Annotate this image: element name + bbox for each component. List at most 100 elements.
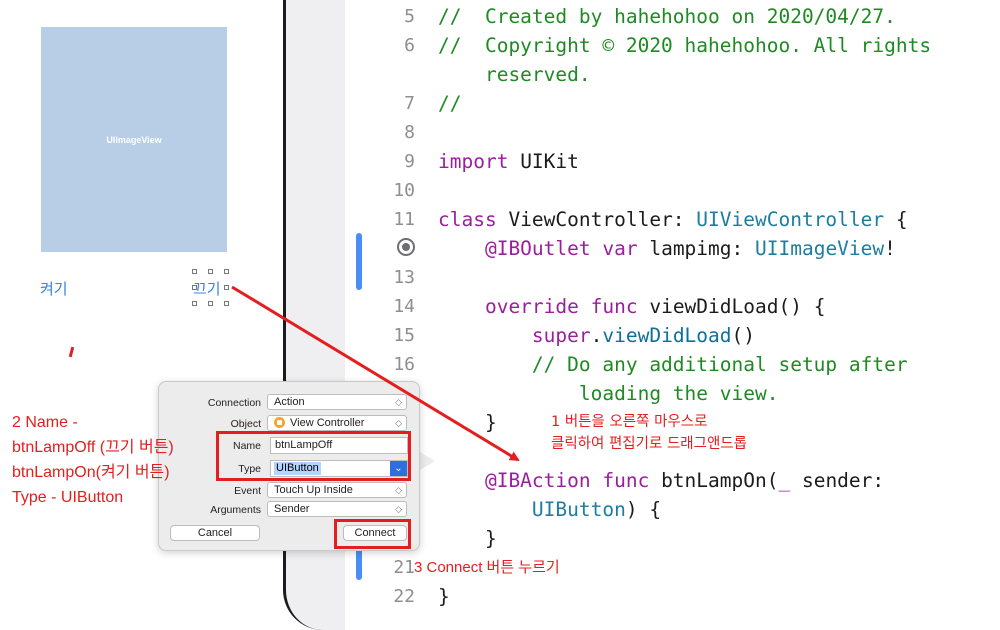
code-line[interactable]: //: [438, 89, 461, 118]
code-token: !: [884, 237, 896, 260]
line-number: 7: [404, 93, 415, 114]
line-number: 5: [404, 6, 415, 27]
drag-instruction-note: 1 버튼을 오른쪽 마우스로 클릭하여 편집기로 드래그앤드롭: [551, 411, 747, 455]
note-line: btnLampOn(켜기 버튼): [12, 464, 170, 481]
code-line[interactable]: }: [438, 408, 497, 437]
outlet-connection-icon[interactable]: [397, 238, 415, 256]
drag-source-highlight: [190, 277, 232, 299]
cancel-button[interactable]: Cancel: [170, 525, 260, 541]
code-token: @IBAction func: [438, 469, 650, 492]
code-token: {: [884, 208, 908, 231]
code-token: ) {: [625, 498, 662, 521]
code-token: .: [590, 324, 603, 347]
code-editor[interactable]: 5 // Created by hahehohoo on 2020/04/27. 6…: [345, 0, 1000, 618]
note-line: btnLampOff (끄기 버튼): [12, 439, 174, 456]
code-token: UIViewController: [696, 208, 885, 231]
connection-label: Connection: [207, 397, 261, 409]
code-token: (): [731, 324, 755, 347]
connection-select[interactable]: Action ◇: [267, 394, 407, 410]
resize-handle[interactable]: [224, 301, 229, 306]
code-token: }: [438, 527, 497, 550]
note-line: 2 Name -: [12, 414, 78, 431]
code-token: // Do any additional setup after: [438, 353, 908, 376]
code-line[interactable]: class ViewController: UIViewController {: [438, 205, 908, 234]
code-token: // Copyright © 2020 hahehohoo. All right…: [438, 34, 932, 57]
code-line[interactable]: @IBAction func btnLampOn(_ sender:: [438, 466, 884, 495]
change-bar: [356, 233, 362, 290]
image-view[interactable]: UIImageView: [41, 27, 227, 252]
code-token: }: [438, 411, 497, 434]
code-line[interactable]: override func viewDidLoad() {: [438, 292, 825, 321]
code-line[interactable]: // Do any additional setup after: [438, 350, 908, 379]
code-token: viewDidLoad: [602, 324, 732, 347]
chevron-updown-icon: ◇: [395, 397, 402, 407]
code-token: lampimg:: [637, 237, 755, 260]
chevron-updown-icon: ◇: [395, 485, 402, 495]
chevron-updown-icon: ◇: [395, 504, 402, 514]
code-token: UIKit: [508, 150, 579, 173]
resize-handle[interactable]: [192, 301, 197, 306]
resize-handle[interactable]: [192, 269, 197, 274]
code-line[interactable]: // Created by hahehohoo on 2020/04/27.: [438, 2, 896, 31]
name-type-note: 2 Name - btnLampOff (끄기 버튼) btnLampOn(켜기…: [12, 410, 174, 510]
connection-value: Action: [274, 396, 305, 408]
object-select[interactable]: View Controller ◇: [267, 415, 407, 431]
code-token: import: [438, 150, 509, 173]
code-token: btnLampOn(: [649, 469, 779, 492]
code-token: UIImageView: [755, 237, 885, 260]
code-token: override func: [438, 295, 638, 318]
view-controller-icon: [274, 417, 285, 428]
code-token: @IBOutlet var: [438, 237, 638, 260]
line-number: 22: [393, 586, 415, 607]
connect-instruction-note: 3 Connect 버튼 누르기: [414, 559, 560, 576]
arguments-select[interactable]: Sender ◇: [267, 501, 407, 517]
line-number: 10: [393, 180, 415, 201]
event-value: Touch Up Inside: [274, 484, 353, 496]
line-number: 11: [393, 209, 415, 230]
arguments-label: Arguments: [210, 504, 261, 516]
name-type-highlight: [216, 431, 411, 481]
resize-handle[interactable]: [208, 301, 213, 306]
line-number: 15: [393, 325, 415, 346]
object-label: Object: [230, 418, 261, 430]
chevron-updown-icon: ◇: [395, 418, 402, 428]
note-line: 1 버튼을 오른쪽 마우스로: [551, 414, 708, 430]
event-select[interactable]: Touch Up Inside ◇: [267, 482, 407, 498]
code-line[interactable]: reserved.: [438, 60, 591, 89]
line-number: 16: [393, 354, 415, 375]
code-line[interactable]: @IBOutlet var lampimg: UIImageView!: [438, 234, 896, 263]
change-bar: [356, 548, 362, 580]
resize-handle[interactable]: [224, 269, 229, 274]
code-token: class: [438, 208, 497, 231]
code-token: reserved.: [438, 63, 591, 86]
line-number: 8: [404, 122, 415, 143]
line-number: 6: [404, 35, 415, 56]
code-token: UIButton: [438, 498, 626, 521]
code-token: }: [438, 585, 450, 608]
object-value: View Controller: [290, 417, 365, 429]
code-line[interactable]: }: [438, 582, 450, 611]
line-number: 9: [404, 151, 415, 172]
annotation-mark: [68, 346, 75, 358]
code-line[interactable]: }: [438, 524, 497, 553]
code-line[interactable]: import UIKit: [438, 147, 579, 176]
arguments-value: Sender: [274, 503, 310, 515]
image-view-label: UIImageView: [106, 134, 162, 145]
lamp-on-button[interactable]: 켜기: [40, 278, 68, 299]
code-line[interactable]: loading the view.: [438, 379, 779, 408]
note-line: 클릭하여 편집기로 드래그앤드롭: [551, 436, 747, 452]
note-line: Type - UIButton: [12, 489, 124, 506]
event-label: Event: [234, 485, 261, 497]
code-token: loading the view.: [438, 382, 779, 405]
code-line[interactable]: UIButton) {: [438, 495, 661, 524]
connect-highlight: [334, 519, 411, 549]
code-line[interactable]: super.viewDidLoad(): [438, 321, 755, 350]
code-line[interactable]: // Copyright © 2020 hahehohoo. All right…: [438, 31, 931, 60]
code-token: ViewController:: [496, 208, 697, 231]
resize-handle[interactable]: [208, 269, 213, 274]
code-token: sender:: [790, 469, 885, 492]
code-token: super: [438, 324, 591, 347]
code-token: // Created by hahehohoo on 2020/04/27.: [438, 5, 896, 28]
code-token: _: [778, 469, 791, 492]
code-token: //: [438, 92, 462, 115]
